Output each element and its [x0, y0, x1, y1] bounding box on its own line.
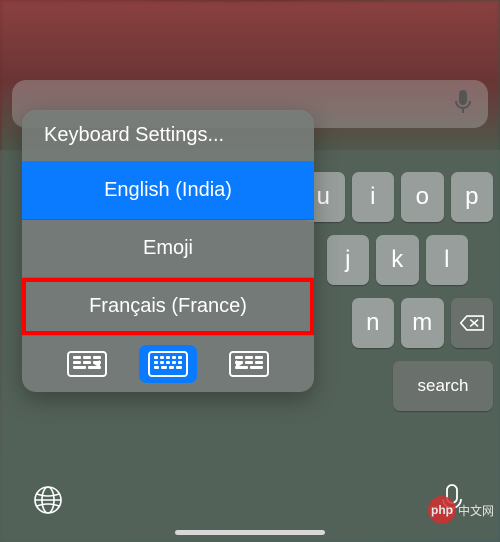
keyboard-settings-button[interactable]: Keyboard Settings...	[22, 110, 314, 162]
keyboard-language-popup: Keyboard Settings... English (India) Emo…	[22, 110, 314, 392]
layout-left-handed[interactable]	[58, 345, 116, 383]
language-option-emoji[interactable]: Emoji	[22, 220, 314, 278]
watermark-text: 中文网	[458, 502, 494, 519]
layout-right-handed[interactable]	[220, 345, 278, 383]
key-j[interactable]: j	[327, 235, 370, 285]
delete-key[interactable]	[451, 298, 494, 348]
mic-icon[interactable]	[454, 89, 472, 120]
key-m[interactable]: m	[401, 298, 444, 348]
key-o[interactable]: o	[401, 172, 444, 222]
language-option-english[interactable]: English (India)	[22, 162, 314, 220]
watermark-badge: php	[428, 496, 456, 524]
layout-options	[22, 336, 314, 392]
layout-full[interactable]	[139, 345, 197, 383]
key-i[interactable]: i	[352, 172, 395, 222]
home-indicator[interactable]	[175, 530, 325, 535]
key-p[interactable]: p	[451, 172, 494, 222]
key-n[interactable]: n	[352, 298, 395, 348]
watermark: php 中文网	[428, 496, 494, 524]
language-option-francais[interactable]: Français (France)	[22, 278, 314, 336]
search-key[interactable]: search	[393, 361, 493, 411]
globe-icon[interactable]	[28, 480, 68, 520]
key-k[interactable]: k	[376, 235, 419, 285]
key-l[interactable]: l	[426, 235, 469, 285]
